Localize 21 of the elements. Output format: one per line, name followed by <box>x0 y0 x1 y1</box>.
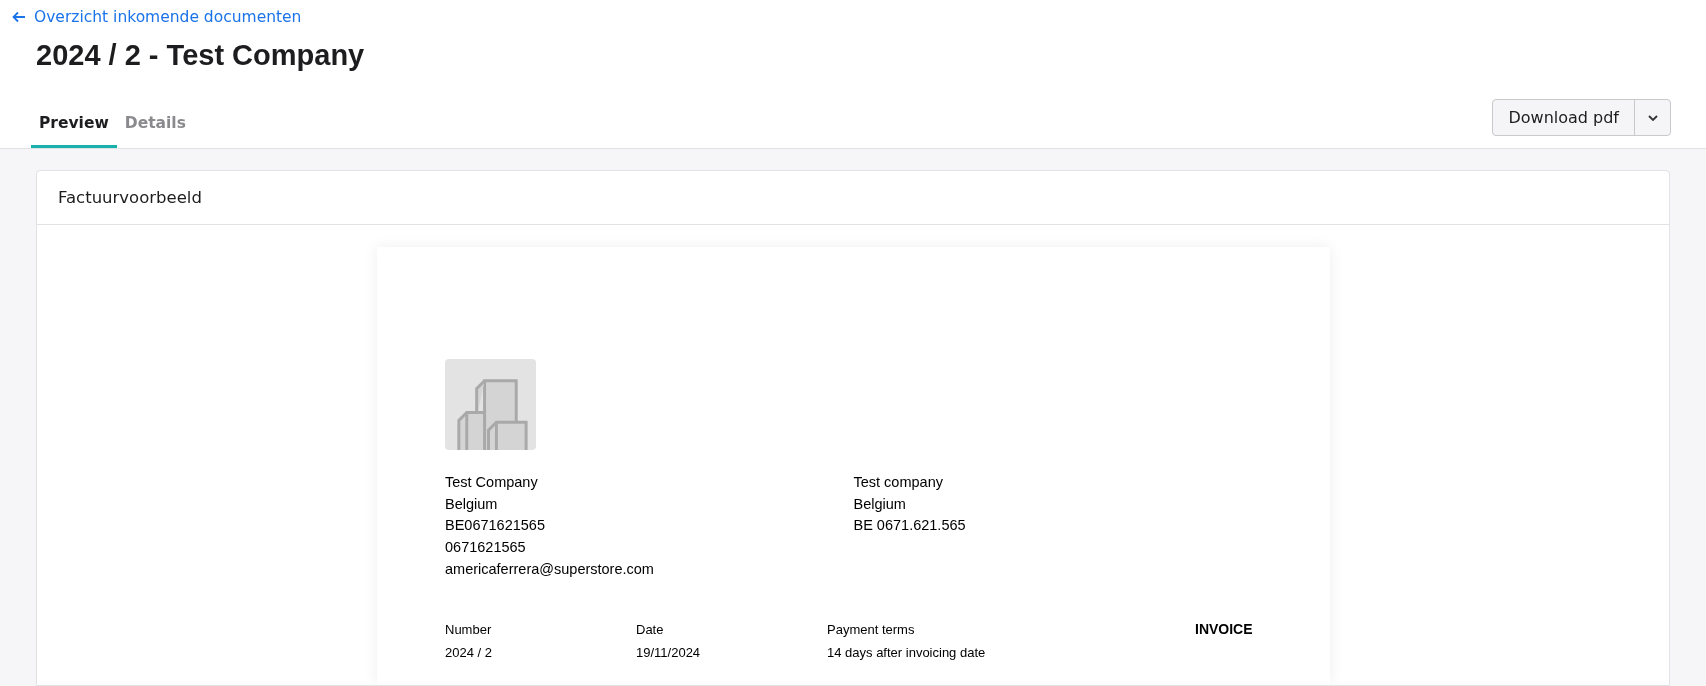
meta-label: Payment terms <box>827 620 916 639</box>
meta-value: 19/11/2024 <box>636 643 702 662</box>
sender-address-line: Test Company <box>445 473 539 492</box>
back-link[interactable]: Overzicht inkomende documenten <box>12 8 302 26</box>
document-type: INVOICE <box>1195 619 1254 639</box>
card-title: Factuurvoorbeeld <box>58 188 202 207</box>
sender-address-line: americaferrera@superstore.com <box>445 559 655 579</box>
sender-address-line: 0671621565 <box>445 538 527 558</box>
sender-address-line: Belgium <box>445 494 499 514</box>
recipient-address-line: BE 0671.621.565 <box>853 516 967 536</box>
meta-value: 14 days after invoicing date <box>827 643 987 662</box>
recipient-address-line: Test company <box>853 473 944 492</box>
sender-address-line: BE0671621565 <box>445 516 546 536</box>
meta-value: 2024 / 2 <box>445 643 493 662</box>
meta-label: Date <box>636 620 665 639</box>
page-title: 2024 / 2 - Test Company <box>36 38 366 73</box>
buildings-logo-icon <box>445 359 536 450</box>
meta-label: Number <box>445 620 493 639</box>
chevron-down-icon <box>1647 114 1658 121</box>
recipient-address-line: Belgium <box>853 494 907 514</box>
arrow-left-icon <box>12 11 26 23</box>
